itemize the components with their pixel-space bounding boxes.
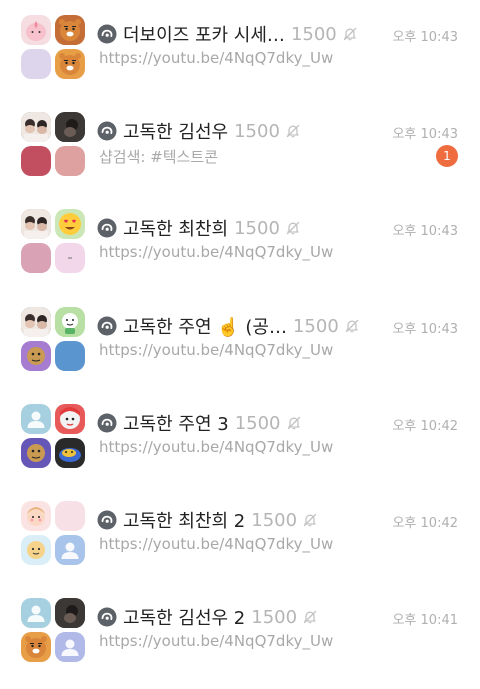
bell-off-icon — [344, 318, 360, 334]
bell-off-icon — [286, 415, 302, 431]
chat-title-line: 더보이즈 포카 시세… 1500 — [97, 20, 358, 48]
chat-avatar-group — [21, 209, 85, 273]
bell-off-icon — [285, 220, 301, 236]
avatar — [21, 341, 51, 371]
chat-avatar-group — [21, 112, 85, 176]
bell-off-icon — [285, 123, 301, 139]
chat-title-line: 고독한 최찬희 2 1500 — [97, 506, 318, 534]
open-chat-icon — [97, 316, 117, 336]
member-count: 1500 — [234, 120, 280, 142]
chat-avatar-group — [21, 15, 85, 79]
chat-time: 오후 10:43 — [392, 30, 458, 45]
default-avatar-icon — [55, 535, 85, 565]
avatar — [55, 438, 85, 468]
last-message-preview: https://youtu.be/4NqQ7dky_Uw — [99, 632, 334, 650]
open-chat-icon — [97, 413, 117, 433]
unread-badge: 1 — [436, 145, 458, 167]
member-count: 1500 — [251, 509, 298, 531]
avatar — [55, 15, 85, 45]
chat-row[interactable]: 고독한 김선우 1500 오후 10:43 샵검색: #텍스트콘 1 — [0, 97, 480, 187]
chat-title-line: 고독한 김선우 1500 — [97, 117, 301, 145]
member-count: 1500 — [234, 217, 280, 239]
avatar — [21, 49, 51, 79]
chat-row[interactable]: 고독한 최찬희 1500 오후 10:43 https://youtu.be/4… — [0, 194, 480, 284]
avatar — [21, 15, 51, 45]
chat-title: 고독한 주연 3 — [123, 414, 229, 435]
chat-title: 고독한 김선우 — [123, 122, 229, 143]
bell-off-icon — [342, 26, 358, 42]
avatar — [21, 438, 51, 468]
last-message-preview: https://youtu.be/4NqQ7dky_Uw — [99, 49, 334, 67]
chat-avatar-group — [21, 501, 85, 565]
open-chat-icon — [97, 24, 117, 44]
member-count: 1500 — [251, 606, 298, 628]
avatar — [21, 112, 51, 142]
avatar — [21, 632, 51, 662]
avatar — [55, 341, 85, 371]
chat-time: 오후 10:43 — [392, 127, 458, 142]
chat-avatar-group — [21, 307, 85, 371]
bell-off-icon — [302, 512, 318, 528]
chat-time: 오후 10:41 — [392, 613, 458, 628]
chat-title-line: 고독한 주연 3 1500 — [97, 409, 302, 437]
avatar — [55, 49, 85, 79]
chat-row[interactable]: 고독한 주연 ☝️ (공… 1500 오후 10:43 https://yout… — [0, 292, 480, 382]
last-message-preview: https://youtu.be/4NqQ7dky_Uw — [99, 438, 334, 456]
default-avatar-icon — [21, 598, 51, 628]
chat-row[interactable]: 더보이즈 포카 시세… 1500 오후 10:43 https://youtu.… — [0, 0, 480, 90]
avatar — [21, 307, 51, 337]
open-chat-icon — [97, 218, 117, 238]
avatar — [55, 243, 85, 273]
avatar — [55, 598, 85, 628]
bell-off-icon — [302, 609, 318, 625]
chat-time: 오후 10:42 — [392, 419, 458, 434]
chat-title-line: 고독한 최찬희 1500 — [97, 214, 301, 242]
chat-title-line: 고독한 김선우 2 1500 — [97, 603, 318, 631]
open-chat-icon — [97, 121, 117, 141]
chat-time: 오후 10:43 — [392, 322, 458, 337]
avatar — [21, 146, 51, 176]
member-count: 1500 — [234, 412, 281, 434]
chat-title: 고독한 최찬희 2 — [123, 511, 246, 532]
last-message-preview: 샵검색: #텍스트콘 — [99, 148, 218, 166]
chat-row[interactable]: 고독한 주연 3 1500 오후 10:42 https://youtu.be/… — [0, 389, 480, 479]
chat-time: 오후 10:42 — [392, 516, 458, 531]
avatar — [21, 243, 51, 273]
chat-row[interactable]: 고독한 김선우 2 1500 오후 10:41 https://youtu.be… — [0, 583, 480, 673]
last-message-preview: https://youtu.be/4NqQ7dky_Uw — [99, 341, 334, 359]
member-count: 1500 — [290, 23, 337, 45]
open-chat-icon — [97, 510, 117, 530]
chat-avatar-group — [21, 404, 85, 468]
default-avatar-icon — [55, 632, 85, 662]
chat-time: 오후 10:43 — [392, 224, 458, 239]
member-count: 1500 — [292, 315, 339, 337]
avatar — [21, 209, 51, 239]
chat-row[interactable]: 고독한 최찬희 2 1500 오후 10:42 https://youtu.be… — [0, 486, 480, 576]
chat-title: 고독한 최찬희 — [123, 219, 229, 240]
avatar — [55, 307, 85, 337]
chat-title-line: 고독한 주연 ☝️ (공… 1500 — [97, 312, 360, 340]
chat-avatar-group — [21, 598, 85, 662]
avatar — [55, 112, 85, 142]
default-avatar-icon — [21, 404, 51, 434]
chat-title: 고독한 김선우 2 — [123, 608, 246, 629]
avatar — [55, 209, 85, 239]
last-message-preview: https://youtu.be/4NqQ7dky_Uw — [99, 535, 334, 553]
avatar — [55, 146, 85, 176]
chat-title: 더보이즈 포카 시세… — [123, 25, 285, 46]
chat-title: 고독한 주연 ☝️ (공… — [123, 317, 287, 338]
avatar — [21, 501, 51, 531]
last-message-preview: https://youtu.be/4NqQ7dky_Uw — [99, 243, 334, 261]
open-chat-icon — [97, 607, 117, 627]
avatar — [55, 404, 85, 434]
avatar — [55, 501, 85, 531]
avatar — [21, 535, 51, 565]
